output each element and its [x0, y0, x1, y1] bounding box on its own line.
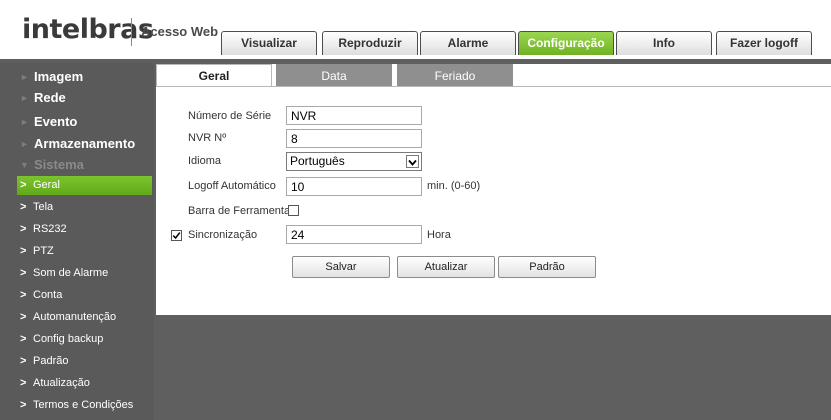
sync-label: Sincronização: [188, 229, 258, 241]
sidebar-item-label: Atualização: [33, 377, 90, 389]
caret-right-icon: ►: [20, 93, 29, 103]
chevron-right-icon: >: [20, 355, 27, 367]
sidebar-category-rede[interactable]: ► Rede: [0, 88, 154, 108]
sidebar-item-padrao[interactable]: > Padrão: [17, 352, 152, 371]
sidebar-item-termos-e-condicoes[interactable]: > Termos e Condições: [17, 396, 152, 415]
sidebar-category-label: Sistema: [34, 157, 84, 172]
logo-divider: [131, 18, 132, 46]
sidebar-category-label: Imagem: [34, 69, 84, 84]
language-select-value: Português: [290, 154, 345, 168]
sidebar-item-label: Termos e Condições: [33, 399, 134, 411]
toolbar-label: Barra de Ferramentas: [188, 205, 296, 217]
chevron-right-icon: >: [20, 201, 27, 213]
sidebar-item-ptz[interactable]: > PTZ: [17, 242, 152, 261]
sidebar-item-label: Tela: [33, 201, 54, 213]
tab-visualizar[interactable]: Visualizar: [221, 31, 317, 55]
sidebar-item-label: Config backup: [33, 333, 104, 345]
sidebar-item-conta[interactable]: > Conta: [17, 286, 152, 305]
toolbar-checkbox[interactable]: [288, 205, 299, 216]
sidebar-item-label: Automanutenção: [33, 311, 117, 323]
tab-info[interactable]: Info: [616, 31, 712, 55]
subtab-data[interactable]: Data: [276, 64, 392, 86]
sidebar-item-label: Padrão: [33, 355, 69, 367]
sidebar-item-label: Conta: [33, 289, 63, 301]
language-select[interactable]: Português: [286, 152, 422, 171]
app-subtitle: Acesso Web: [141, 24, 219, 39]
serial-number-input[interactable]: [286, 106, 422, 125]
sidebar-item-automanutencao[interactable]: > Automanutenção: [17, 308, 152, 327]
chevron-right-icon: >: [20, 333, 27, 345]
sidebar-category-label: Armazenamento: [34, 136, 136, 151]
auto-logoff-unit: min. (0-60): [427, 180, 481, 192]
subtab-feriado[interactable]: Feriado: [397, 64, 513, 86]
chevron-right-icon: >: [20, 267, 27, 279]
subtab-geral[interactable]: Geral: [156, 64, 272, 86]
sidebar-category-armazenamento[interactable]: ► Armazenamento: [0, 134, 154, 154]
sidebar-category-imagem[interactable]: ► Imagem: [0, 67, 154, 87]
sidebar-category-sistema[interactable]: ▼ Sistema: [0, 155, 154, 175]
sub-tab-bar: Geral Data Feriado: [156, 64, 831, 86]
sidebar-item-config-backup[interactable]: > Config backup: [17, 330, 152, 349]
caret-right-icon: ►: [20, 72, 29, 82]
chevron-right-icon: >: [20, 311, 27, 323]
sidebar-item-rs232[interactable]: > RS232: [17, 220, 152, 239]
sidebar-item-atualizacao[interactable]: > Atualização: [17, 374, 152, 393]
caret-down-icon: ▼: [20, 160, 29, 170]
sidebar-item-label: RS232: [33, 223, 67, 235]
nvr-number-input[interactable]: [286, 129, 422, 148]
sidebar-item-geral[interactable]: > Geral: [17, 176, 152, 195]
sidebar-item-label: PTZ: [33, 245, 54, 257]
tab-alarme[interactable]: Alarme: [420, 31, 516, 55]
sidebar-item-som-de-alarme[interactable]: > Som de Alarme: [17, 264, 152, 283]
settings-panel: Geral Data Feriado Número de Série NVR N…: [156, 64, 831, 315]
default-button[interactable]: Padrão: [498, 256, 596, 278]
top-header: intelbras Acesso Web Visualizar Reproduz…: [0, 0, 831, 62]
tab-reproduzir[interactable]: Reproduzir: [322, 31, 418, 55]
chevron-down-icon: [406, 155, 419, 168]
sync-unit: Hora: [427, 229, 451, 241]
serial-number-label: Número de Série: [188, 110, 272, 122]
sidebar-item-tela[interactable]: > Tela: [17, 198, 152, 217]
tab-divider: [156, 86, 831, 87]
sidebar: ► Imagem ► Rede ► Evento ► Armazenamento…: [0, 63, 154, 420]
nvr-number-label: NVR Nº: [188, 132, 227, 144]
chevron-right-icon: >: [20, 399, 27, 411]
refresh-button[interactable]: Atualizar: [397, 256, 495, 278]
language-label: Idioma: [188, 155, 222, 167]
chevron-right-icon: >: [20, 223, 27, 235]
checkmark-icon: [172, 232, 181, 240]
chevron-right-icon: >: [20, 245, 27, 257]
brand-logo: intelbras: [22, 14, 154, 45]
sidebar-category-evento[interactable]: ► Evento: [0, 112, 154, 132]
sidebar-item-label: Som de Alarme: [33, 267, 109, 279]
auto-logoff-input[interactable]: [286, 177, 422, 196]
chevron-right-icon: >: [20, 179, 27, 191]
tab-configuracao[interactable]: Configuração: [518, 31, 614, 55]
tab-fazer-logoff[interactable]: Fazer logoff: [716, 31, 812, 55]
save-button[interactable]: Salvar: [292, 256, 390, 278]
auto-logoff-label: Logoff Automático: [188, 180, 276, 192]
sidebar-category-label: Evento: [34, 114, 78, 129]
caret-right-icon: ►: [20, 117, 29, 127]
sidebar-item-label: Geral: [33, 179, 60, 191]
caret-right-icon: ►: [20, 139, 29, 149]
chevron-right-icon: >: [20, 377, 27, 389]
sync-checkbox[interactable]: [171, 230, 182, 241]
chevron-right-icon: >: [20, 289, 27, 301]
sidebar-category-label: Rede: [34, 90, 66, 105]
sync-input[interactable]: [286, 225, 422, 244]
